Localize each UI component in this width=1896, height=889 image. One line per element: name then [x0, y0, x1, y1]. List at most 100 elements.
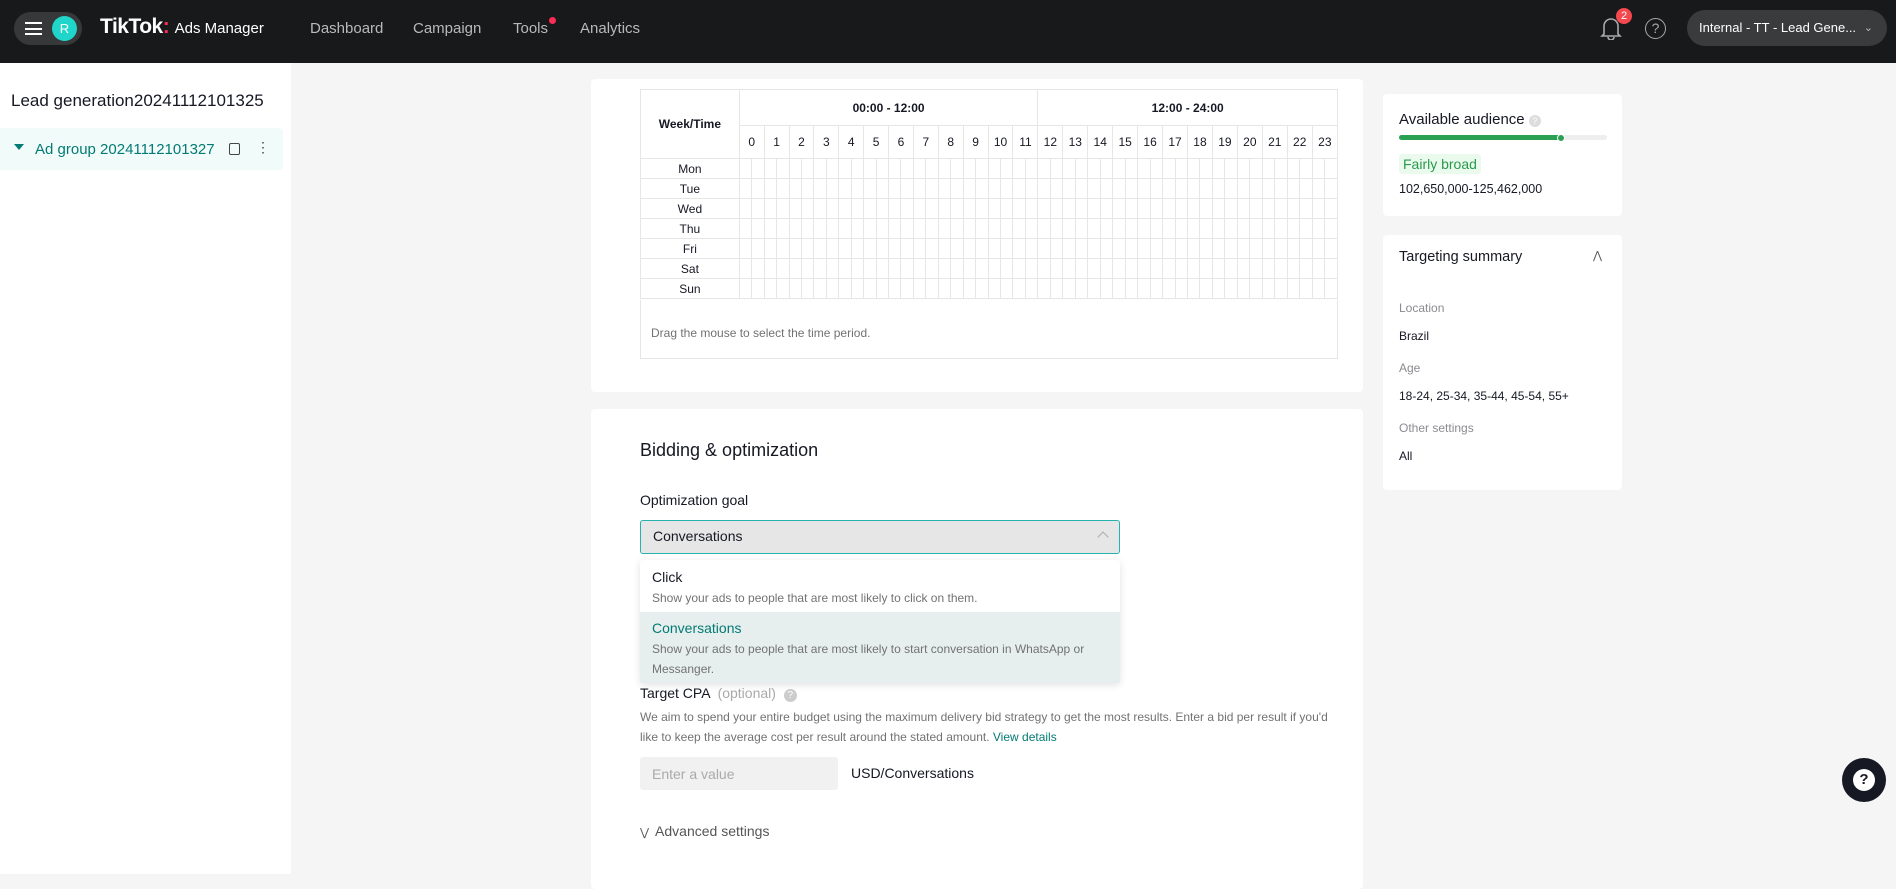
time-slot[interactable] — [1087, 178, 1101, 199]
sidebar-item-ad-group[interactable]: Ad group 20241112101327 ⋮ — [0, 128, 283, 170]
time-slot[interactable] — [999, 178, 1014, 199]
time-slot[interactable] — [1174, 218, 1189, 239]
time-slot[interactable] — [875, 238, 890, 259]
time-slot[interactable] — [738, 198, 753, 219]
time-slot[interactable] — [850, 178, 865, 199]
option-conversations[interactable]: Conversations Show your ads to people th… — [640, 612, 1120, 683]
time-slot[interactable] — [875, 198, 890, 219]
time-slot[interactable] — [1112, 218, 1126, 239]
time-slot[interactable] — [1062, 198, 1076, 219]
time-slot[interactable] — [776, 178, 790, 199]
time-slot[interactable] — [800, 198, 815, 219]
info-icon[interactable]: ? — [783, 689, 797, 702]
time-slot[interactable] — [1286, 238, 1301, 259]
time-slot[interactable] — [813, 198, 827, 219]
time-slot[interactable] — [1186, 178, 1201, 199]
time-slot[interactable] — [950, 198, 964, 219]
time-slot[interactable] — [1074, 278, 1089, 299]
time-slot[interactable] — [1137, 158, 1151, 179]
avatar[interactable]: R — [52, 16, 77, 41]
nav-dashboard[interactable]: Dashboard — [310, 20, 383, 37]
time-slot[interactable] — [900, 158, 914, 179]
time-slot[interactable] — [776, 238, 790, 259]
time-slot[interactable] — [1274, 218, 1288, 239]
time-slot[interactable] — [975, 178, 989, 199]
time-slot[interactable] — [838, 198, 852, 219]
time-slot[interactable] — [888, 158, 902, 179]
time-slot[interactable] — [950, 238, 964, 259]
time-slot[interactable] — [1286, 198, 1301, 219]
time-slot[interactable] — [1074, 158, 1089, 179]
time-slot[interactable] — [1249, 278, 1263, 299]
time-slot[interactable] — [1124, 238, 1139, 259]
time-slot[interactable] — [975, 198, 989, 219]
time-slot[interactable] — [1299, 198, 1313, 219]
time-slot[interactable] — [751, 158, 765, 179]
time-slot[interactable] — [1149, 278, 1164, 299]
time-slot[interactable] — [1062, 178, 1076, 199]
copy-icon[interactable] — [229, 143, 240, 155]
time-slot[interactable] — [912, 218, 927, 239]
help-chat-button[interactable]: ? — [1842, 758, 1886, 802]
time-slot[interactable] — [1049, 278, 1064, 299]
time-slot[interactable] — [1087, 158, 1101, 179]
time-slot[interactable] — [1236, 198, 1251, 219]
time-slot[interactable] — [738, 258, 753, 279]
time-slot[interactable] — [925, 158, 939, 179]
time-slot[interactable] — [875, 278, 890, 299]
time-slot[interactable] — [1324, 278, 1338, 299]
time-slot[interactable] — [962, 178, 977, 199]
nav-campaign[interactable]: Campaign — [413, 20, 481, 37]
time-slot[interactable] — [1162, 178, 1176, 199]
time-slot[interactable] — [900, 198, 914, 219]
time-slot[interactable] — [1074, 238, 1089, 259]
time-slot[interactable] — [875, 258, 890, 279]
time-slot[interactable] — [1211, 278, 1226, 299]
time-slot[interactable] — [1211, 258, 1226, 279]
time-slot[interactable] — [937, 278, 952, 299]
caret-down-icon[interactable] — [14, 144, 24, 150]
time-slot[interactable] — [1124, 258, 1139, 279]
time-slot[interactable] — [776, 278, 790, 299]
time-slot[interactable] — [863, 218, 877, 239]
time-slot[interactable] — [987, 278, 1002, 299]
time-slot[interactable] — [1324, 198, 1338, 219]
time-slot[interactable] — [950, 218, 964, 239]
time-slot[interactable] — [950, 258, 964, 279]
time-slot[interactable] — [1112, 238, 1126, 259]
time-slot[interactable] — [776, 198, 790, 219]
time-slot[interactable] — [1199, 278, 1213, 299]
time-slot[interactable] — [888, 178, 902, 199]
time-slot[interactable] — [813, 218, 827, 239]
time-slot[interactable] — [763, 278, 778, 299]
time-slot[interactable] — [800, 258, 815, 279]
time-slot[interactable] — [912, 258, 927, 279]
time-slot[interactable] — [850, 258, 865, 279]
time-slot[interactable] — [1037, 178, 1051, 199]
time-slot[interactable] — [1324, 178, 1338, 199]
time-slot[interactable] — [838, 178, 852, 199]
time-slot[interactable] — [1299, 258, 1313, 279]
time-slot[interactable] — [763, 258, 778, 279]
time-slot[interactable] — [888, 198, 902, 219]
time-slot[interactable] — [788, 258, 803, 279]
time-slot[interactable] — [888, 278, 902, 299]
time-slot[interactable] — [900, 178, 914, 199]
time-slot[interactable] — [1261, 178, 1276, 199]
time-slot[interactable] — [900, 218, 914, 239]
time-slot[interactable] — [888, 238, 902, 259]
time-slot[interactable] — [850, 278, 865, 299]
time-slot[interactable] — [738, 158, 753, 179]
time-slot[interactable] — [1261, 198, 1276, 219]
time-slot[interactable] — [900, 238, 914, 259]
time-slot[interactable] — [912, 158, 927, 179]
view-details-link[interactable]: View details — [993, 730, 1057, 744]
time-slot[interactable] — [1174, 158, 1189, 179]
time-slot[interactable] — [1236, 158, 1251, 179]
time-slot[interactable] — [1211, 158, 1226, 179]
time-slot[interactable] — [1211, 238, 1226, 259]
optimization-goal-select[interactable]: Conversations — [640, 520, 1120, 554]
time-slot[interactable] — [975, 278, 989, 299]
time-slot[interactable] — [987, 198, 1002, 219]
more-icon[interactable]: ⋮ — [256, 139, 270, 156]
